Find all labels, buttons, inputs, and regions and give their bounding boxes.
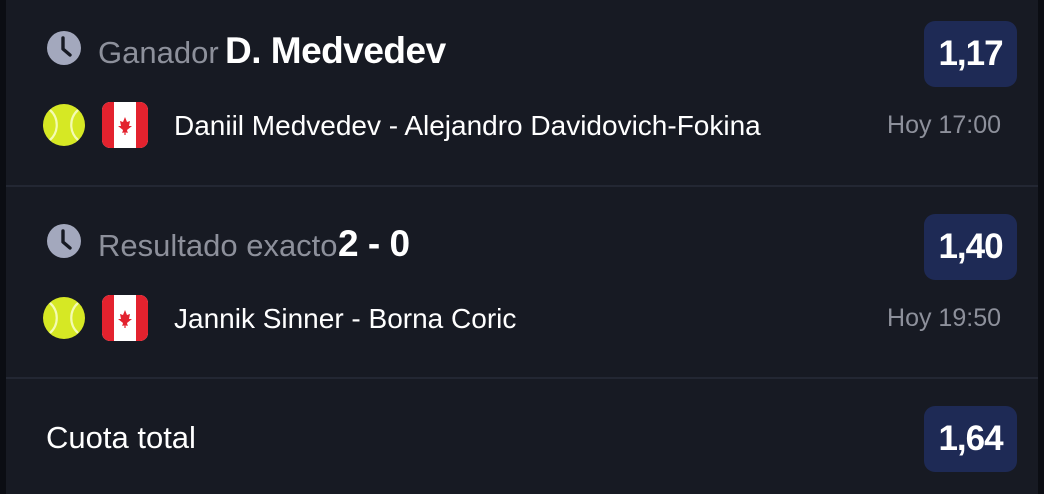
bet-item: Resultado exacto 2 - 0 1,40 Jannik Sinne… (6, 193, 1038, 379)
betslip-panel: Ganador D. Medvedev 1,17 Daniil Medvedev… (6, 0, 1038, 494)
selection-label: 2 - 0 (338, 223, 410, 264)
selection-label: D. Medvedev (225, 30, 446, 71)
clock-icon (47, 224, 81, 258)
clock-icon (47, 31, 81, 65)
canada-flag-icon (102, 102, 148, 148)
tennis-ball-icon (43, 104, 85, 146)
divider (6, 185, 1038, 187)
market-label: Resultado exacto (98, 228, 338, 263)
match-time: Hoy 17:00 (887, 111, 1001, 139)
divider (6, 377, 1038, 379)
canada-flag-icon (102, 295, 148, 341)
bet-item: Ganador D. Medvedev 1,17 Daniil Medvedev… (6, 0, 1038, 186)
match-name[interactable]: Daniil Medvedev - Alejandro Davidovich-F… (174, 110, 761, 142)
tennis-ball-icon (43, 297, 85, 339)
match-time: Hoy 19:50 (887, 304, 1001, 332)
total-odds-label: Cuota total (46, 420, 196, 455)
total-odds-value: 1,64 (924, 406, 1017, 472)
odds-button[interactable]: 1,17 (924, 21, 1017, 87)
match-name[interactable]: Jannik Sinner - Borna Coric (174, 303, 516, 335)
market-label: Ganador (98, 35, 219, 70)
odds-button[interactable]: 1,40 (924, 214, 1017, 280)
